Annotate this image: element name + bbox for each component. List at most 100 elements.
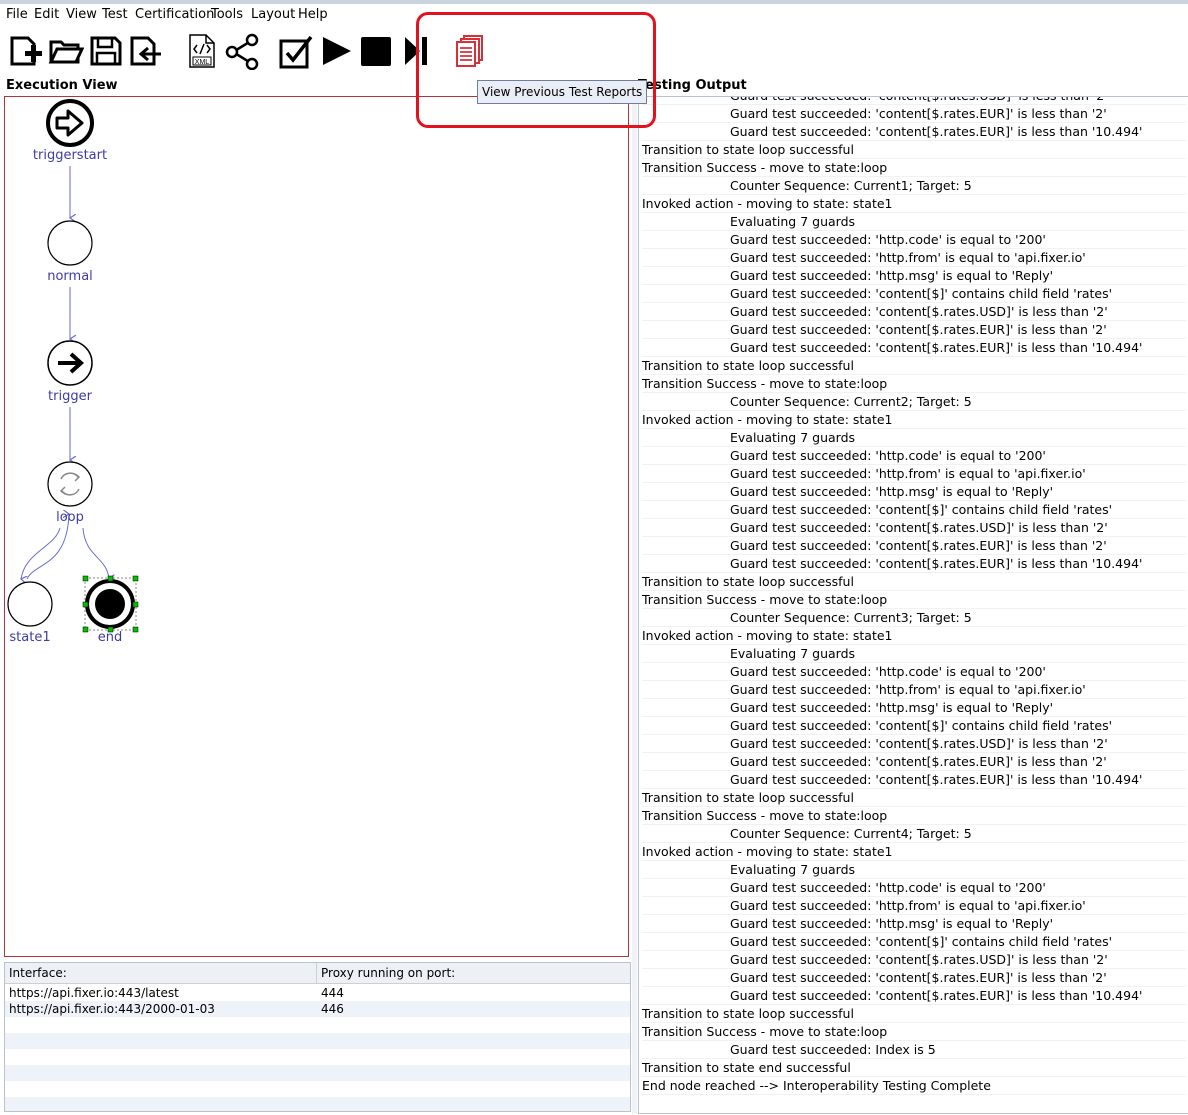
column-header-interface[interactable]: Interface:	[9, 966, 67, 980]
menu-tools[interactable]: Tools	[211, 7, 243, 22]
interface-cell: https://api.fixer.io:443/2000-01-03	[9, 1002, 215, 1016]
log-line: Guard test succeeded: 'content[$.rates.E…	[642, 537, 1187, 555]
log-line: Guard test succeeded: 'content[$.rates.E…	[642, 969, 1187, 987]
log-line: Guard test succeeded: 'content[$.rates.E…	[642, 987, 1187, 1005]
node-label-loop: loop	[56, 510, 84, 525]
log-line: Guard test succeeded: 'content[$.rates.U…	[642, 735, 1187, 753]
node-normal[interactable]	[47, 220, 93, 266]
table-row[interactable]: https://api.fixer.io:443/latest 444	[5, 985, 630, 1001]
log-line: Evaluating 7 guards	[642, 645, 1187, 663]
log-line: Invoked action - moving to state: state1	[642, 195, 1187, 213]
log-line: Guard test succeeded: 'content[$.rates.U…	[642, 951, 1187, 969]
menu-view[interactable]: View	[66, 7, 97, 22]
log-line: Transition to state loop successful	[642, 357, 1187, 375]
log-line: Guard test succeeded: 'content[$]' conta…	[642, 501, 1187, 519]
empty-row	[5, 1033, 630, 1049]
log-line: Transition Success - move to state:loop	[642, 1023, 1187, 1041]
node-label-normal: normal	[47, 269, 93, 284]
log-line: Guard test succeeded: 'http.code' is equ…	[642, 879, 1187, 897]
xml-file-icon[interactable]: XML	[184, 32, 220, 70]
menu-file[interactable]: File	[6, 7, 28, 22]
table-row[interactable]: https://api.fixer.io:443/2000-01-03 446	[5, 1001, 630, 1017]
annotation-highlight-box	[416, 12, 656, 128]
log-line: Invoked action - moving to state: state1	[642, 627, 1187, 645]
node-end[interactable]	[82, 575, 139, 633]
log-line: Guard test succeeded: 'http.from' is equ…	[642, 681, 1187, 699]
log-line: Counter Sequence: Current4; Target: 5	[642, 825, 1187, 843]
save-icon[interactable]	[88, 32, 124, 70]
log-line: Transition Success - move to state:loop	[642, 159, 1187, 177]
execution-view-canvas[interactable]: triggerstart normal trigger loop state1 …	[4, 96, 629, 957]
menu-edit[interactable]: Edit	[34, 7, 59, 22]
stop-icon[interactable]	[358, 32, 394, 70]
log-line: Counter Sequence: Current3; Target: 5	[642, 609, 1187, 627]
new-file-icon[interactable]	[8, 32, 44, 70]
log-line: Evaluating 7 guards	[642, 213, 1187, 231]
node-state1[interactable]	[7, 581, 53, 627]
log-line: Transition to state loop successful	[642, 141, 1187, 159]
log-line: Guard test succeeded: 'content[$.rates.U…	[642, 97, 1187, 105]
log-line: Transition Success - move to state:loop	[642, 807, 1187, 825]
split-pane-divider[interactable]	[632, 96, 637, 1114]
log-line: Transition to state end successful	[642, 1059, 1187, 1077]
empty-row	[5, 1065, 630, 1081]
checkbox-icon[interactable]	[278, 32, 314, 70]
log-line: Evaluating 7 guards	[642, 861, 1187, 879]
log-line: Transition to state loop successful	[642, 789, 1187, 807]
log-line: Counter Sequence: Current2; Target: 5	[642, 393, 1187, 411]
log-line: Guard test succeeded: 'http.msg' is equa…	[642, 699, 1187, 717]
log-line: Invoked action - moving to state: state1	[642, 843, 1187, 861]
empty-row	[5, 1017, 630, 1033]
empty-row	[5, 1097, 630, 1111]
empty-row	[5, 1049, 630, 1065]
log-line: Guard test succeeded: 'http.code' is equ…	[642, 663, 1187, 681]
log-line: Guard test succeeded: 'content[$.rates.E…	[642, 771, 1187, 789]
xml-icon-label: XML	[195, 59, 210, 66]
state-diagram	[7, 99, 139, 633]
node-label-end: end	[97, 630, 123, 645]
node-triggerstart[interactable]	[46, 99, 94, 147]
log-line: Guard test succeeded: 'http.code' is equ…	[642, 231, 1187, 249]
proxy-table-header: Interface: Proxy running on port:	[5, 963, 630, 984]
log-line: Evaluating 7 guards	[642, 429, 1187, 447]
log-line: Guard test succeeded: 'http.msg' is equa…	[642, 267, 1187, 285]
log-line: Guard test succeeded: Index is 5	[642, 1041, 1187, 1059]
log-line: Guard test succeeded: 'content[$]' conta…	[642, 285, 1187, 303]
log-line: Guard test succeeded: 'http.from' is equ…	[642, 249, 1187, 267]
log-line: Counter Sequence: Current1; Target: 5	[642, 177, 1187, 195]
log-line: End node reached --> Interoperability Te…	[642, 1077, 1187, 1095]
log-line: Guard test succeeded: 'content[$.rates.E…	[642, 339, 1187, 357]
log-line: Guard test succeeded: 'http.from' is equ…	[642, 465, 1187, 483]
column-header-port[interactable]: Proxy running on port:	[321, 966, 455, 980]
open-folder-icon[interactable]	[48, 32, 84, 70]
import-icon[interactable]	[128, 32, 164, 70]
node-trigger[interactable]	[47, 340, 93, 386]
log-line: Guard test succeeded: 'http.msg' is equa…	[642, 915, 1187, 933]
node-loop[interactable]	[47, 461, 93, 507]
port-cell: 446	[321, 1002, 344, 1016]
node-label-trigger: trigger	[48, 389, 92, 404]
menu-layout[interactable]: Layout	[251, 7, 295, 22]
log-line: Invoked action - moving to state: state1	[642, 411, 1187, 429]
column-divider[interactable]	[316, 963, 317, 983]
log-line: Guard test succeeded: 'content[$.rates.E…	[642, 555, 1187, 573]
play-icon[interactable]	[318, 32, 354, 70]
log-line: Guard test succeeded: 'http.code' is equ…	[642, 447, 1187, 465]
log-line: Guard test succeeded: 'content[$.rates.E…	[642, 123, 1187, 141]
menu-certification[interactable]: Certification	[135, 7, 214, 22]
log-line: Guard test succeeded: 'content[$.rates.E…	[642, 105, 1187, 123]
log-line: Transition to state loop successful	[642, 573, 1187, 591]
share-graph-icon[interactable]	[224, 32, 260, 70]
interface-cell: https://api.fixer.io:443/latest	[9, 986, 179, 1000]
log-line: Transition Success - move to state:loop	[642, 375, 1187, 393]
log-line: Guard test succeeded: 'content[$.rates.E…	[642, 321, 1187, 339]
menu-test[interactable]: Test	[102, 7, 128, 22]
menu-help[interactable]: Help	[298, 7, 328, 22]
log-line: Guard test succeeded: 'content[$]' conta…	[642, 933, 1187, 951]
empty-row	[5, 1081, 630, 1097]
testing-output-log[interactable]: Guard test succeeded: 'content[$.rates.U…	[638, 96, 1188, 1114]
log-line: Transition to state loop successful	[642, 1005, 1187, 1023]
log-line: Guard test succeeded: 'http.from' is equ…	[642, 897, 1187, 915]
log-line: Guard test succeeded: 'http.msg' is equa…	[642, 483, 1187, 501]
node-label-state1: state1	[9, 630, 51, 645]
